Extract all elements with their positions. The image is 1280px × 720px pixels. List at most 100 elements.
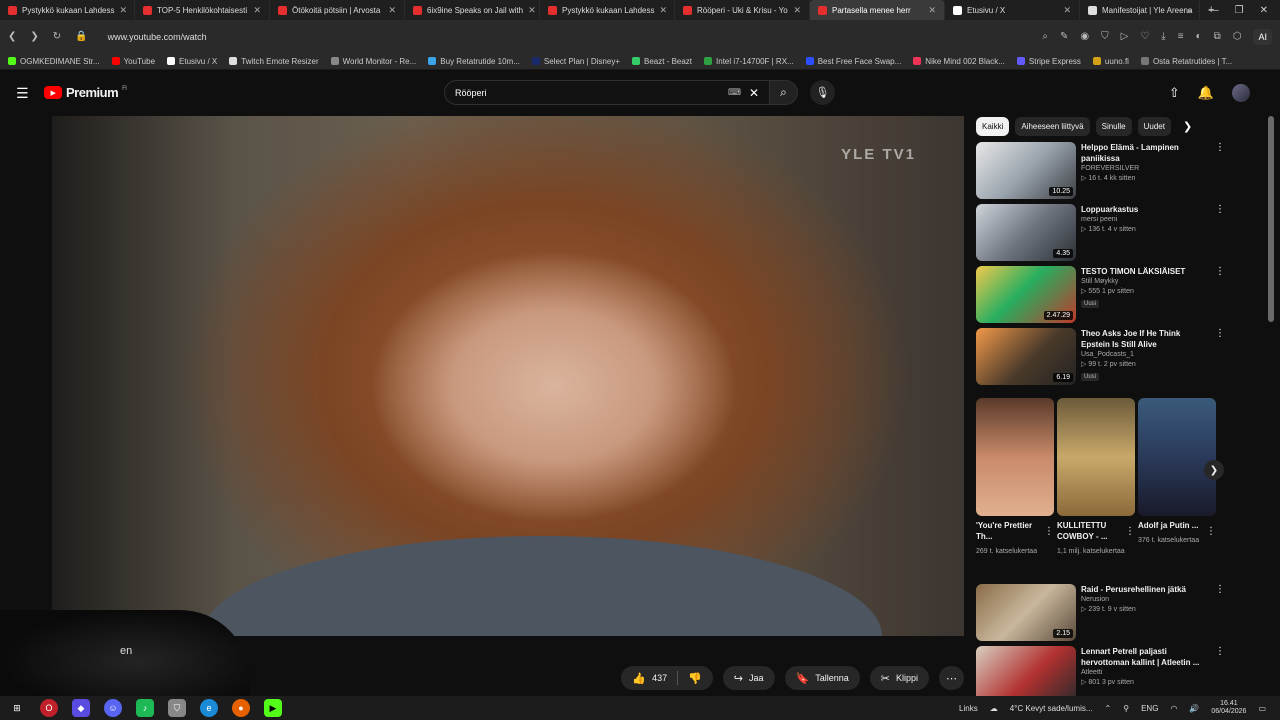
clear-search-icon[interactable]: ✕ [749, 86, 759, 100]
video-title[interactable]: TESTO TIMON LÄKSIÄISET [1081, 266, 1209, 277]
shield-app-icon[interactable]: ⛉ [168, 699, 186, 717]
browser-tab[interactable]: TOP-5 Henkilökohtaisesti ✕ [135, 0, 270, 20]
more-vertical-icon[interactable]: ⋮ [1125, 526, 1135, 537]
ai-button[interactable]: AI [1253, 28, 1272, 45]
video-thumbnail[interactable] [976, 646, 1076, 703]
upload-icon[interactable]: ⇧ [1169, 85, 1180, 101]
bookmark-item[interactable]: Nike Mind 002 Black... [913, 57, 1005, 66]
filter-chip[interactable]: Aiheeseen liittyvä [1015, 116, 1090, 136]
site-info-icon[interactable]: 🔒 [75, 31, 87, 42]
bookmark-item[interactable]: Buy Retatrutide 10m... [428, 57, 520, 66]
search-input[interactable]: Rööperi ⌨ ✕ [444, 80, 770, 105]
recommended-video[interactable]: 2.47.29 TESTO TIMON LÄKSIÄISET Still Møykk… [976, 266, 1226, 324]
firefox-icon[interactable]: ● [232, 699, 250, 717]
more-vertical-icon[interactable]: ⋮ [1214, 142, 1226, 200]
channel-name[interactable]: FOREVERSILVER [1081, 164, 1209, 174]
more-vertical-icon[interactable]: ⋮ [1044, 526, 1054, 537]
discord-icon[interactable]: ☺ [104, 699, 122, 717]
wifi-icon[interactable]: ◠ [1170, 704, 1177, 713]
thumbs-down-icon[interactable]: 👎 [688, 672, 702, 685]
bookmark-item[interactable]: uuno.fi [1092, 57, 1129, 66]
voice-search-button[interactable]: 🎙 [810, 80, 835, 105]
chips-next-icon[interactable]: ❯ [1183, 120, 1192, 133]
short-title[interactable]: Adolf ja Putin ... [1138, 521, 1200, 532]
page-scrollbar[interactable] [1268, 116, 1274, 322]
search-button[interactable]: ⌕ [770, 80, 798, 105]
channel-name[interactable]: Nerusion [1081, 595, 1209, 605]
bookmark-item[interactable]: Stripe Express [1016, 57, 1081, 66]
browser-tab[interactable]: 6ix9ine Speaks on Jail with ✕ [405, 0, 540, 20]
tab-close-icon[interactable]: ✕ [660, 5, 668, 16]
video-thumbnail[interactable]: 2.47.29 [976, 266, 1076, 323]
clock[interactable]: 16.41 06/04/2026 [1211, 700, 1246, 717]
browser-tab[interactable]: Partasella menee herr ✕ [810, 0, 945, 20]
cube-icon[interactable]: ⬡ [1233, 31, 1242, 42]
url-field[interactable]: www.youtube.com/watch [108, 32, 207, 42]
reload-icon[interactable]: ↻ [53, 31, 61, 42]
tab-close-icon[interactable]: ✕ [253, 5, 261, 16]
more-vertical-icon[interactable]: ⋮ [1206, 526, 1216, 537]
menu-hamburger-icon[interactable]: ☰ [16, 85, 29, 102]
filter-chip[interactable]: Uudet [1137, 116, 1171, 136]
bookmark-item[interactable]: Select Plan | Disney+ [531, 57, 620, 66]
shield-icon[interactable]: ⛉ [1101, 31, 1109, 42]
bookmark-item[interactable]: Beazt - Beazt [632, 57, 692, 66]
filter-chip[interactable]: Sinulle [1095, 116, 1132, 136]
share-button[interactable]: ↪ Jaa [722, 666, 775, 690]
recommended-video[interactable]: 10.25 Helppo Elämä - Lampinen paniikissa F… [976, 142, 1226, 200]
edit-icon[interactable]: ✎ [1060, 31, 1068, 42]
forward-icon[interactable]: ❯ [30, 31, 38, 42]
edge-icon[interactable]: e [200, 699, 218, 717]
bookmark-item[interactable]: Osta Retatrutides | T... [1140, 57, 1232, 66]
like-button[interactable]: 👍 437 👎 [621, 666, 713, 690]
short-video[interactable]: 'You're Prettier Th... 269 t. katselukert… [976, 398, 1054, 556]
tab-close-icon[interactable]: ✕ [928, 5, 936, 16]
video-title[interactable]: Lennart Petrell paljasti hervottoman kal… [1081, 646, 1209, 668]
zoom-icon[interactable]: ⌕ [1042, 31, 1048, 42]
video-title[interactable]: Helppo Elämä - Lampinen paniikissa [1081, 142, 1209, 164]
recommended-video[interactable]: 2.15 Raid - Perusrehellinen jätkä Nerusion… [976, 584, 1226, 642]
bookmark-item[interactable]: Best Free Face Swap... [805, 57, 901, 66]
video-title[interactable]: Theo Asks Joe If He Think Epstein Is Sti… [1081, 328, 1209, 350]
filter-chip[interactable]: Kaikki [976, 116, 1010, 136]
bookmark-item[interactable]: Intel i7-14700F | RX... [704, 57, 794, 66]
more-vertical-icon[interactable]: ⋮ [1214, 266, 1226, 324]
back-icon[interactable]: ❮ [8, 31, 16, 42]
tab-close-icon[interactable]: ✕ [1063, 5, 1071, 16]
bookmark-item[interactable]: OGMKEDIMANE Str... [8, 57, 100, 66]
recommended-video[interactable]: 4.35 Loppuarkastus mersi peeni ▷ 136 t. 4 v… [976, 204, 1226, 262]
app-icon[interactable]: ◆ [72, 699, 90, 717]
chevron-up-icon[interactable]: ⌃ [1105, 704, 1112, 713]
video-thumbnail[interactable]: 4.35 [976, 204, 1076, 261]
weather-text[interactable]: 4°C Kevyt sade/lumis... [1010, 704, 1093, 713]
short-thumbnail[interactable] [1057, 398, 1135, 516]
volume-icon[interactable]: 🔊 [1189, 704, 1199, 713]
shorts-next-button[interactable]: ❯ [1204, 460, 1224, 480]
windows-start-icon[interactable]: ⊞ [8, 699, 26, 717]
browser-tab[interactable]: Etusivu / X ✕ [945, 0, 1080, 20]
clip-button[interactable]: ✂ Klippi [869, 666, 929, 690]
tab-close-icon[interactable]: ✕ [388, 5, 396, 16]
search-tabs-icon[interactable]: ⌕ [1187, 5, 1193, 16]
video-player[interactable]: YLE TV1 [52, 116, 964, 636]
tab-close-icon[interactable]: ✕ [120, 5, 128, 16]
video-title[interactable]: Raid - Perusrehellinen jätkä [1081, 584, 1209, 595]
short-title[interactable]: KULLITETTU COWBOY - ... [1057, 521, 1119, 543]
language-indicator[interactable]: ENG [1141, 704, 1158, 713]
browser-tab[interactable]: Ötökoitä pötsiin | Arvosta ✕ [270, 0, 405, 20]
short-title[interactable]: 'You're Prettier Th... [976, 521, 1038, 543]
more-vertical-icon[interactable]: ⋮ [1214, 584, 1226, 642]
channel-name[interactable]: Usa_Podcasts_1 [1081, 350, 1209, 360]
weather-icon[interactable]: ☁ [990, 704, 998, 713]
channel-name[interactable]: Still Møykky [1081, 277, 1209, 287]
profile-icon[interactable]: ◐ [1196, 31, 1202, 42]
more-vertical-icon[interactable]: ⋮ [1214, 204, 1226, 262]
network-icon[interactable]: ⚲ [1123, 704, 1129, 713]
browser-tab[interactable]: Manifestoijat | Yle Areena✕ [1080, 0, 1200, 20]
bookmark-item[interactable]: Etusivu / X [167, 57, 217, 66]
more-vertical-icon[interactable]: ⋮ [1214, 328, 1226, 386]
send-icon[interactable]: ▷ [1121, 31, 1129, 42]
browser-tab[interactable]: Rööperi - Uki & Krisu - Yo ✕ [675, 0, 810, 20]
heart-icon[interactable]: ♡ [1140, 31, 1149, 42]
youtube-logo[interactable]: ▶ Premium FI [44, 85, 127, 100]
